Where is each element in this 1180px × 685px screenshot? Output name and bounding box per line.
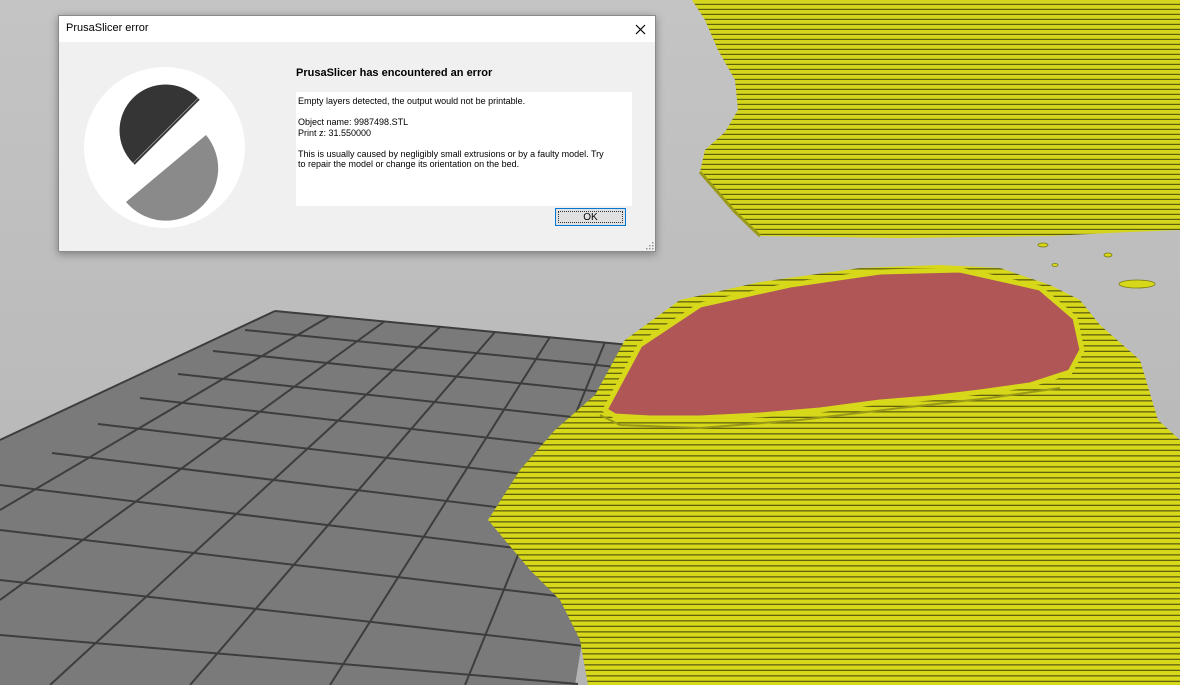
ok-button[interactable]: OK [555, 208, 626, 226]
dialog-title: PrusaSlicer error [66, 22, 149, 34]
error-heading: PrusaSlicer has encountered an error [296, 67, 493, 79]
close-icon [635, 24, 645, 34]
dialog-titlebar[interactable]: PrusaSlicer error [59, 16, 655, 42]
resize-grip-icon[interactable] [646, 242, 654, 250]
error-dialog: PrusaSlicer error PrusaSlicer has encoun… [58, 15, 656, 252]
prusaslicer-logo-icon [84, 67, 245, 228]
error-message: Empty layers detected, the output would … [296, 92, 632, 206]
close-button[interactable] [625, 16, 655, 42]
upper-object-layers [692, 0, 1180, 238]
